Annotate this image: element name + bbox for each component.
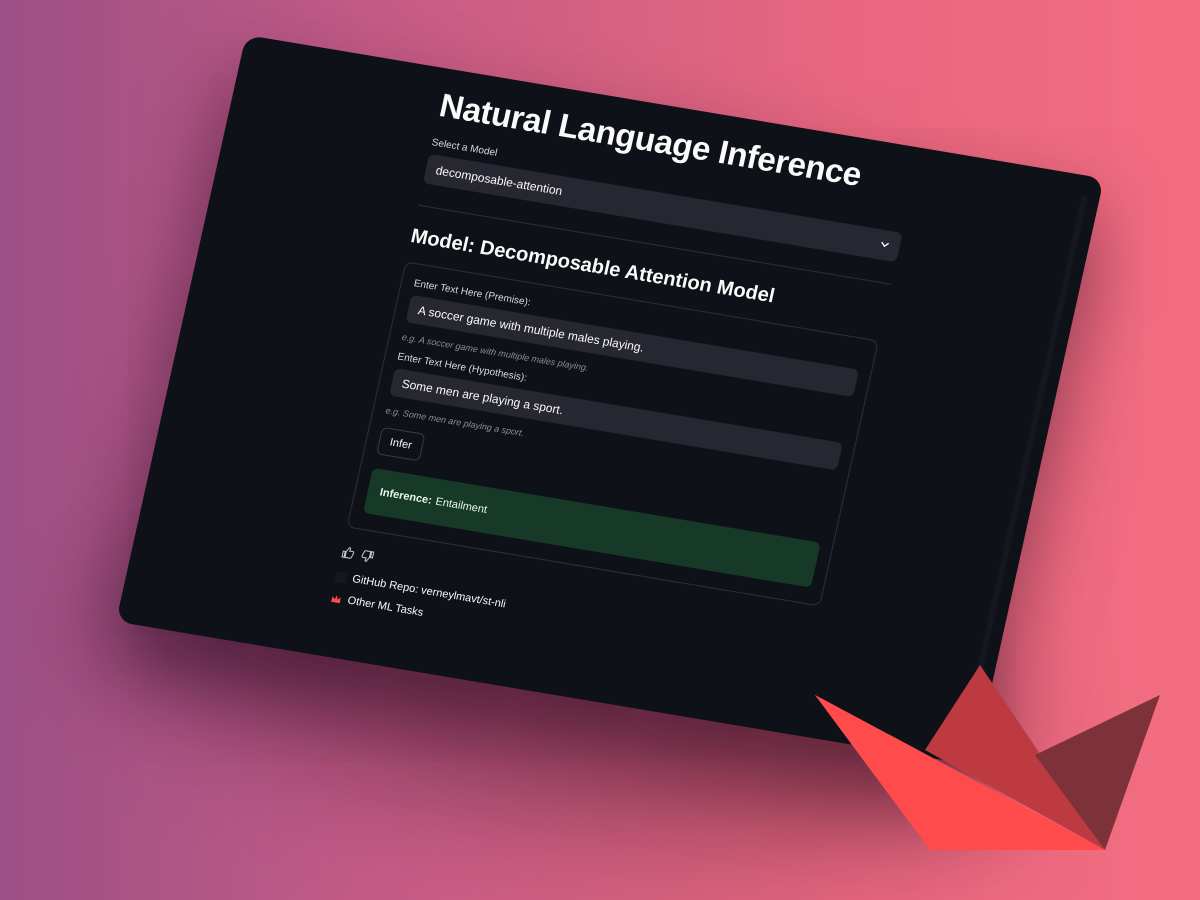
- crown-icon: [330, 592, 343, 605]
- inference-value: Entailment: [434, 495, 489, 517]
- infer-button[interactable]: Infer: [376, 426, 426, 462]
- thumbs-up-icon[interactable]: [340, 545, 357, 561]
- other-tasks-text[interactable]: Other ML Tasks: [346, 595, 424, 619]
- github-icon: [334, 570, 348, 584]
- streamlit-boat-logo: [815, 665, 1160, 850]
- model-select-value: decomposable-attention: [434, 163, 564, 199]
- app-window: Natural Language Inference Select a Mode…: [115, 34, 1105, 766]
- main-content: Natural Language Inference Select a Mode…: [327, 86, 917, 692]
- thumbs-down-icon[interactable]: [359, 548, 376, 564]
- inference-label: Inference:: [378, 486, 434, 507]
- chevron-down-icon[interactable]: [878, 238, 891, 252]
